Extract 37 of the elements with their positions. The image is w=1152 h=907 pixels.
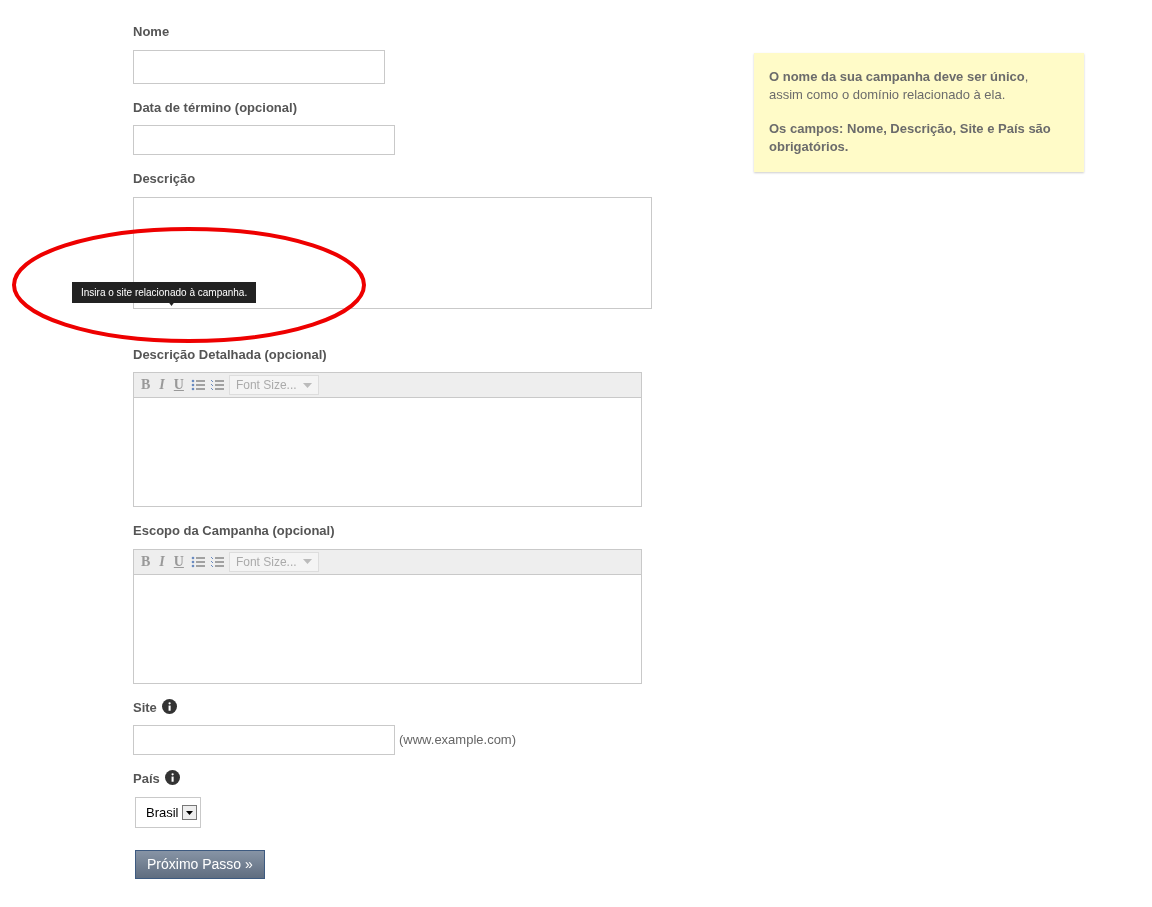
field-label: Nome	[133, 23, 170, 41]
field-label: Descrição Detalhada (opcional)	[133, 345, 327, 364]
text-input[interactable]	[133, 725, 395, 755]
text-input[interactable]	[133, 125, 395, 155]
rich-text-editor[interactable]: B I U Font Size...	[133, 372, 642, 507]
bullet-list-icon[interactable]	[190, 554, 205, 569]
rich-text-editor[interactable]: B I U Font Size...	[133, 548, 642, 684]
tooltip: Insira o site relacionado à campanha.	[72, 282, 257, 303]
bold-button[interactable]: B	[139, 378, 153, 392]
caret-icon	[302, 382, 312, 388]
note-text: Os campos: Nome, Descrição, Site e País são obrigatórios.	[769, 120, 1052, 156]
field-label: País	[133, 770, 160, 788]
input-hint: (www.example.com)	[399, 731, 517, 750]
textarea-input[interactable]	[133, 196, 652, 309]
note-text: assim como o domínio relacionado à ela.	[769, 86, 1007, 104]
field-label: Site	[133, 698, 157, 717]
tooltip-pointer	[167, 300, 176, 306]
field-label: Escopo da Campanha (opcional)	[133, 522, 335, 540]
font-size-dropdown[interactable]: Font Size...	[228, 551, 319, 572]
font-size-dropdown[interactable]: Font Size...	[228, 375, 319, 395]
info-icon[interactable]	[164, 770, 180, 785]
country-select[interactable]: Brasil	[135, 796, 201, 828]
underline-button[interactable]: U	[171, 378, 186, 392]
italic-button[interactable]: I	[157, 378, 167, 392]
info-icon[interactable]	[161, 698, 177, 714]
field-label: Descrição	[133, 170, 196, 188]
bold-button[interactable]: B	[139, 554, 153, 569]
next-step-button[interactable]: Próximo Passo »	[135, 850, 265, 879]
bullet-list-icon[interactable]	[190, 378, 205, 392]
note-text: O nome da sua campanha deve ser único,	[769, 68, 1030, 86]
italic-button[interactable]: I	[157, 554, 167, 569]
underline-button[interactable]: U	[171, 554, 186, 569]
numbered-list-icon[interactable]	[209, 554, 224, 569]
text-input[interactable]	[133, 49, 385, 84]
numbered-list-icon[interactable]	[209, 378, 224, 392]
field-label: Data de término (opcional)	[133, 98, 297, 117]
caret-icon	[302, 559, 312, 564]
